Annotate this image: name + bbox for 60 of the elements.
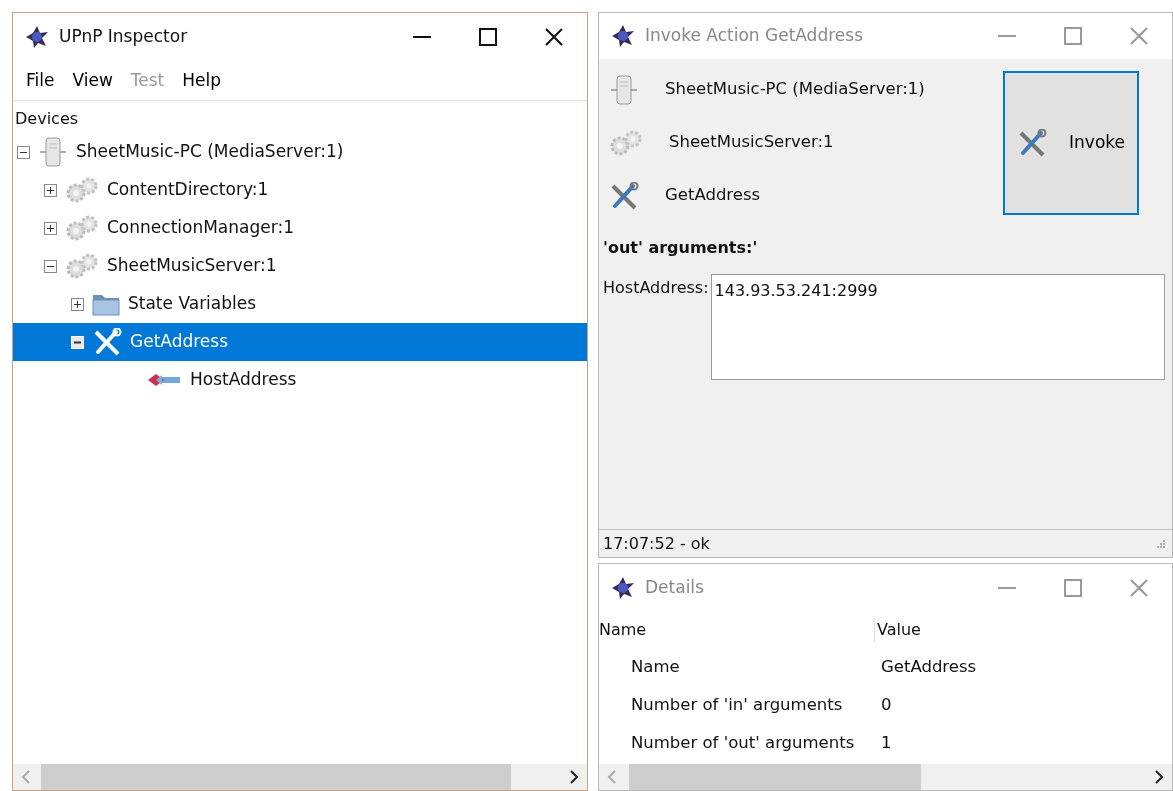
item-label: SheetMusic-PC (MediaServer:1) (665, 78, 925, 101)
folder-icon (92, 292, 120, 316)
field-label: HostAddress: (603, 277, 709, 299)
table-cell-text: 0 (881, 693, 893, 716)
section-label: 'out' arguments:' (602, 237, 759, 259)
window-title: Invoke Action GetAddress (645, 24, 864, 48)
scroll-left-icon[interactable] (607, 770, 617, 784)
expand-icon[interactable] (44, 221, 57, 235)
table-cell-text: GetAddress (881, 655, 978, 678)
gears-icon (609, 128, 643, 157)
tools-icon (92, 328, 122, 356)
gears-icon (65, 176, 99, 204)
scroll-right-icon[interactable] (569, 770, 579, 784)
scrollbar-thumb[interactable] (41, 764, 511, 790)
expand-icon[interactable] (71, 297, 84, 311)
status-text: 17:07:52 - ok (603, 532, 710, 555)
tools-icon (1017, 129, 1047, 157)
output-field[interactable]: 143.93.53.241:2999 (710, 274, 1165, 380)
tree-item[interactable]: SheetMusicServer:1 (13, 247, 587, 285)
star-icon (611, 576, 635, 600)
table-cell-text: Name (630, 655, 681, 678)
maximize-icon[interactable] (477, 27, 499, 47)
scroll-right-icon[interactable] (1154, 770, 1164, 784)
resize-grip-icon (1156, 538, 1166, 549)
star-icon (25, 25, 49, 49)
window-title: Details (645, 576, 705, 600)
tree-item[interactable]: HostAddress (13, 361, 587, 399)
menu-item[interactable]: File (17, 67, 64, 94)
tree-item[interactable]: ConnectionManager:1 (13, 209, 587, 247)
arrow-icon (146, 372, 182, 388)
tree-item[interactable]: State Variables (13, 285, 587, 323)
horizontal-scrollbar[interactable] (13, 764, 587, 790)
close-icon[interactable] (543, 27, 565, 47)
gears-icon (65, 214, 99, 242)
item-label: SheetMusicServer:1 (669, 131, 834, 154)
scroll-left-icon[interactable] (21, 770, 31, 784)
star-icon (611, 24, 635, 48)
table-cell-text: 1 (881, 731, 893, 754)
expand-icon[interactable] (44, 183, 57, 197)
tree-item[interactable]: ContentDirectory:1 (13, 171, 587, 209)
table-cell-text: Number of 'in' arguments (630, 693, 844, 716)
horizontal-scrollbar[interactable] (599, 764, 1172, 790)
column-header[interactable]: Name (599, 618, 874, 642)
menu-item[interactable]: View (63, 67, 122, 94)
tools-icon (609, 181, 639, 210)
invoke-button[interactable]: Invoke (1003, 71, 1139, 215)
tree-item[interactable]: SheetMusic-PC (MediaServer:1) (13, 133, 587, 171)
scrollbar-thumb[interactable] (629, 764, 921, 790)
tree-header: Devices (14, 108, 80, 130)
table-cell-text: Number of 'out' arguments (630, 731, 856, 754)
item-label: GetAddress (665, 184, 761, 207)
tree-item[interactable]: GetAddress (13, 323, 587, 361)
server-icon (609, 73, 639, 106)
window-title: UPnP Inspector (59, 25, 189, 49)
menu-item[interactable]: Help (173, 67, 231, 94)
collapse-icon[interactable] (17, 145, 30, 159)
column-header[interactable]: Value (874, 618, 1172, 642)
collapse-icon[interactable] (44, 259, 57, 273)
server-icon (38, 136, 68, 168)
gears-icon (65, 252, 99, 280)
